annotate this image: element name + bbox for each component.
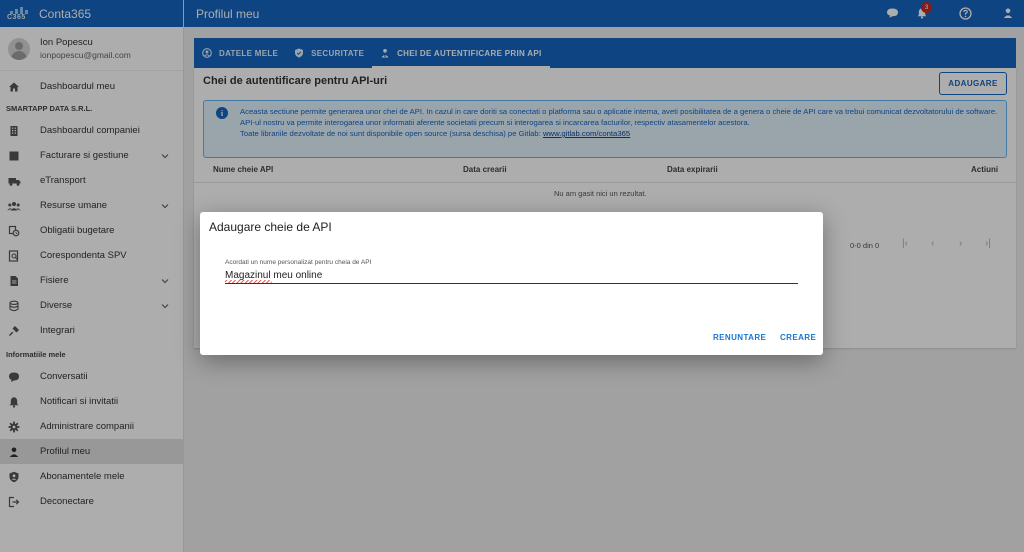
dialog-title: Adaugare cheie de API — [209, 220, 332, 234]
add-api-key-dialog: Adaugare cheie de API Acordati un nume p… — [200, 212, 823, 355]
spellcheck-underline — [225, 280, 272, 283]
field-label: Acordati un nume personalizat pentru che… — [225, 259, 372, 266]
cancel-button[interactable]: RENUNTARE — [713, 333, 766, 342]
create-button[interactable]: CREARE — [780, 333, 816, 342]
api-key-name-input[interactable] — [225, 267, 798, 284]
